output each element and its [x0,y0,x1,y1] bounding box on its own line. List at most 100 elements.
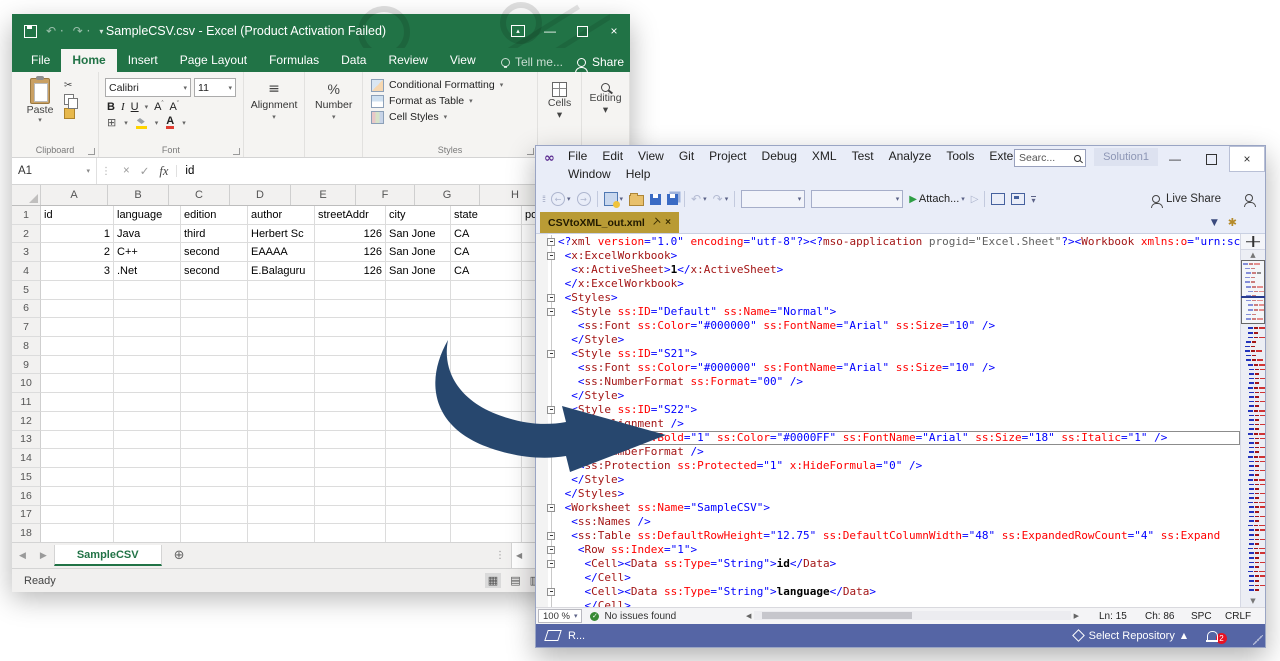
cell-D1[interactable]: author [248,206,315,225]
shrink-font-button[interactable]: Aˇ [169,101,178,113]
pin-icon[interactable]: ⊤ [649,216,662,229]
tell-me-box[interactable]: Tell me... [501,55,563,69]
scroll-right-icon[interactable]: ▶ [1074,612,1079,620]
cell-G10[interactable] [451,374,522,393]
cell-E15[interactable] [315,468,386,487]
cancel-icon[interactable]: × [123,165,130,177]
fold-collapse-icon[interactable] [547,252,555,260]
fold-collapse-icon[interactable] [547,350,555,358]
select-repository-button[interactable]: Select Repository ▲ [1074,630,1187,642]
live-share-button[interactable]: Live Share [1152,193,1221,205]
cell-B13[interactable] [114,431,181,450]
row-header-18[interactable]: 18 [12,524,41,542]
minimize-button[interactable]: — [534,14,566,48]
cell-A5[interactable] [41,281,114,300]
undo-icon[interactable]: ↶ · [46,24,64,38]
conditional-formatting-button[interactable]: Conditional Formatting▾ [371,79,537,92]
row-header-2[interactable]: 2 [12,225,41,244]
cell-C1[interactable]: edition [181,206,248,225]
cell-C13[interactable] [181,431,248,450]
cell-E17[interactable] [315,506,386,525]
sheet-tab-samplecsv[interactable]: SampleCSV [54,545,162,566]
column-indicator[interactable]: Ch: 86 [1145,611,1191,622]
font-name-combo[interactable]: Calibri▾ [105,78,191,97]
cell-D3[interactable]: EAAAA [248,243,315,262]
cell-F16[interactable] [386,487,451,506]
column-header-F[interactable]: F [356,185,415,205]
cell-D4[interactable]: E.Balaguru [248,262,315,281]
code-line-22[interactable]: <ss:Table ss:DefaultRowHeight="12.75" ss… [536,529,1240,543]
code-line-18[interactable]: </Style> [536,473,1240,487]
cell-E8[interactable] [315,337,386,356]
cell-B8[interactable] [114,337,181,356]
column-header-D[interactable]: D [230,185,291,205]
solution-explorer-icon[interactable] [1011,193,1025,205]
ribbon-tab-view[interactable]: View [439,49,487,72]
cell-F10[interactable] [386,374,451,393]
code-line-1[interactable]: <?xml version="1.0" encoding="utf-8"?><?… [536,235,1240,249]
cell-B14[interactable] [114,449,181,468]
editor-zoom-combo[interactable]: 100 %▾ [538,609,582,623]
menu-view[interactable]: View [638,149,664,163]
page-layout-view-icon[interactable]: ▤ [510,574,520,587]
menu-window[interactable]: Window [568,167,611,181]
save-icon[interactable] [24,25,37,38]
cell-F2[interactable]: San Jone [386,225,451,244]
enter-check-icon[interactable]: ✓ [140,164,150,178]
row-header-6[interactable]: 6 [12,300,41,319]
code-line-6[interactable]: <Style ss:ID="Default" ss:Name="Normal"> [536,305,1240,319]
cell-A15[interactable] [41,468,114,487]
cell-F9[interactable] [386,356,451,375]
cell-A10[interactable] [41,374,114,393]
code-line-21[interactable]: <ss:Names /> [536,515,1240,529]
cell-E3[interactable]: 126 [315,243,386,262]
find-in-files-icon[interactable] [991,193,1005,205]
underline-caret-icon[interactable]: ▾ [145,103,149,111]
cell-A12[interactable] [41,412,114,431]
qat-customize-caret-icon[interactable]: ▾ [99,27,103,36]
fold-collapse-icon[interactable] [547,588,555,596]
cell-E6[interactable] [315,300,386,319]
font-size-combo[interactable]: 11▾ [194,78,236,97]
maximize-button[interactable] [1193,146,1229,172]
navigate-forward-icon[interactable]: → [577,192,591,206]
cell-G6[interactable] [451,300,522,319]
cut-button[interactable]: ✂ [64,80,75,91]
column-header-C[interactable]: C [169,185,230,205]
cell-B5[interactable] [114,281,181,300]
cell-B12[interactable] [114,412,181,431]
code-line-13[interactable]: <Style ss:ID="S22"> [536,403,1240,417]
bold-button[interactable]: B [107,101,115,113]
close-button[interactable]: × [1229,146,1265,172]
cell-E7[interactable] [315,318,386,337]
editor-options-gear-icon[interactable]: ✱ [1228,216,1237,229]
italic-button[interactable]: I [121,101,125,113]
fold-collapse-icon[interactable] [547,294,555,302]
cell-C6[interactable] [181,300,248,319]
cell-B10[interactable] [114,374,181,393]
name-box[interactable]: A1▾ [12,158,97,184]
namebox-resize-dots-icon[interactable]: ⋮ [97,166,115,177]
column-header-G[interactable]: G [415,185,480,205]
configuration-combo[interactable]: ▾ [741,190,805,208]
cell-F13[interactable] [386,431,451,450]
share-button[interactable]: Share [577,55,624,69]
cell-C15[interactable] [181,468,248,487]
row-header-11[interactable]: 11 [12,393,41,412]
cell-A17[interactable] [41,506,114,525]
cell-E14[interactable] [315,449,386,468]
cell-D8[interactable] [248,337,315,356]
cell-D11[interactable] [248,393,315,412]
cell-E5[interactable] [315,281,386,300]
ribbon-tab-data[interactable]: Data [330,49,377,72]
menu-project[interactable]: Project [709,149,746,163]
code-line-15[interactable]: <ss:Font ss:Bold="1" ss:Color="#0000FF" … [536,431,1240,445]
cell-B7[interactable] [114,318,181,337]
scrollbar-thumb[interactable] [762,612,912,619]
cell-G7[interactable] [451,318,522,337]
code-line-9[interactable]: <Style ss:ID="S21"> [536,347,1240,361]
cell-C2[interactable]: third [181,225,248,244]
platform-combo[interactable]: ▾ [811,190,903,208]
cell-F3[interactable]: San Jone [386,243,451,262]
cells-group-button[interactable]: Cells [548,97,571,109]
